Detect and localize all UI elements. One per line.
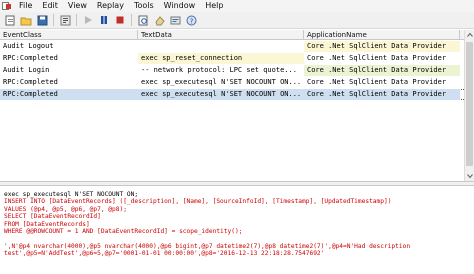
cell-eventclass: RPC:Completed <box>3 54 58 62</box>
trace-row-selected[interactable]: RPC:Completed exec sp_executesql N'SET N… <box>0 89 474 100</box>
eraser-icon <box>154 15 165 25</box>
cell-textdata: -- network protocol: LPC set quote... <box>141 66 297 74</box>
menu-help[interactable]: Help <box>202 0 230 12</box>
settings-button[interactable] <box>168 14 182 27</box>
sql-line: INSERT INTO [DataEventRecords] ([_descri… <box>4 198 392 206</box>
sql-line: VALUES (@p4, @p5, @p6, @p7, @p8); <box>4 205 127 213</box>
properties-button[interactable] <box>58 14 72 27</box>
help-button[interactable]: ? <box>184 14 198 27</box>
trace-row[interactable]: Audit Login -- network protocol: LPC set… <box>0 65 474 76</box>
toolbar-separator <box>53 14 54 26</box>
save-button[interactable] <box>35 14 49 27</box>
cell-eventclass: Audit Logout <box>3 42 54 50</box>
trace-row[interactable]: Audit Logout Core .Net SqlClient Data Pr… <box>0 41 474 52</box>
trace-row[interactable]: RPC:Completed exec sp_executesql N'SET N… <box>0 77 474 88</box>
cell-applicationname: Core .Net SqlClient Data Provider <box>304 41 460 52</box>
find-button[interactable] <box>136 14 150 27</box>
app-icon <box>2 1 13 11</box>
new-trace-icon <box>5 15 14 25</box>
cell-applicationname: Core .Net SqlClient Data Provider <box>304 89 460 100</box>
help-icon: ? <box>186 15 196 25</box>
sql-line: test',@p5=N'AddTest',@p6=5,@p7='0001-01-… <box>4 250 325 258</box>
open-button[interactable] <box>19 14 33 27</box>
toolbar-separator <box>76 14 77 26</box>
scroll-down-arrow-icon[interactable] <box>465 171 474 181</box>
sql-line: ',N'@p4 nvarchar(4000),@p5 nvarchar(4000… <box>4 242 411 250</box>
cell-applicationname: Core .Net SqlClient Data Provider <box>307 78 447 86</box>
textdata-detail-pane: exec sp_executesql N'SET NOCOUNT ON; INS… <box>0 186 474 274</box>
cell-eventclass: RPC:Completed <box>3 78 58 86</box>
toolbar: ? <box>0 12 474 29</box>
menu-window[interactable]: Window <box>161 0 203 12</box>
cell-eventclass: RPC:Completed <box>0 89 138 100</box>
find-icon <box>138 15 147 25</box>
cell-textdata: exec sp_executesql N'SET NOCOUNT ON... <box>141 78 302 86</box>
menu-replay[interactable]: Replay <box>94 0 131 12</box>
pause-trace-button[interactable] <box>97 14 111 27</box>
menu-tools[interactable]: Tools <box>131 0 161 12</box>
properties-icon <box>60 15 70 25</box>
save-disk-icon <box>37 15 47 25</box>
column-header-applicationname[interactable]: ApplicationName <box>304 30 460 40</box>
menu-file[interactable]: File <box>16 0 39 12</box>
sql-line: exec sp_executesql N'SET NOCOUNT ON; <box>4 191 139 198</box>
menu-bar: File Edit View Replay Tools Window Help <box>0 0 474 12</box>
stop-icon <box>116 16 124 24</box>
clear-trace-button[interactable] <box>152 14 166 27</box>
cell-eventclass: Audit Login <box>3 66 50 74</box>
new-trace-button[interactable] <box>3 14 17 27</box>
cell-applicationname: Core .Net SqlClient Data Provider <box>304 65 460 76</box>
sql-line: FROM [DataEventRecords] <box>4 220 90 228</box>
cell-textdata: exec sp_executesql N'SET NOCOUNT ON... <box>138 89 304 100</box>
stop-trace-button[interactable] <box>113 14 127 27</box>
menu-edit[interactable]: Edit <box>39 0 65 12</box>
grid-header: EventClass TextData ApplicationName <box>0 30 474 40</box>
open-folder-icon <box>20 17 32 25</box>
grid-vertical-scrollbar[interactable] <box>464 30 474 181</box>
scroll-up-arrow-icon[interactable] <box>465 30 474 40</box>
sql-blank-line <box>4 235 474 242</box>
menu-view[interactable]: View <box>65 0 94 12</box>
run-trace-button[interactable] <box>81 14 95 27</box>
sql-line: WHERE @@ROWCOUNT = 1 AND [DataEventRecor… <box>4 228 243 236</box>
play-icon <box>85 16 92 24</box>
sql-line: SELECT [DataEventRecordId] <box>4 213 101 221</box>
toolbar-separator <box>131 14 132 26</box>
settings-icon <box>170 16 180 24</box>
column-header-eventclass[interactable]: EventClass <box>0 30 138 40</box>
trace-row[interactable]: RPC:Completed exec sp_reset_connection C… <box>0 53 474 64</box>
cell-applicationname: Core .Net SqlClient Data Provider <box>307 54 447 62</box>
column-header-textdata[interactable]: TextData <box>138 30 304 40</box>
svg-text:?: ? <box>189 17 193 25</box>
scrollbar-thumb[interactable] <box>466 42 473 166</box>
pause-icon <box>101 16 107 24</box>
cell-textdata: exec sp_reset_connection <box>138 53 304 64</box>
trace-grid: EventClass TextData ApplicationName Audi… <box>0 30 474 181</box>
cell-textdata <box>138 41 304 52</box>
